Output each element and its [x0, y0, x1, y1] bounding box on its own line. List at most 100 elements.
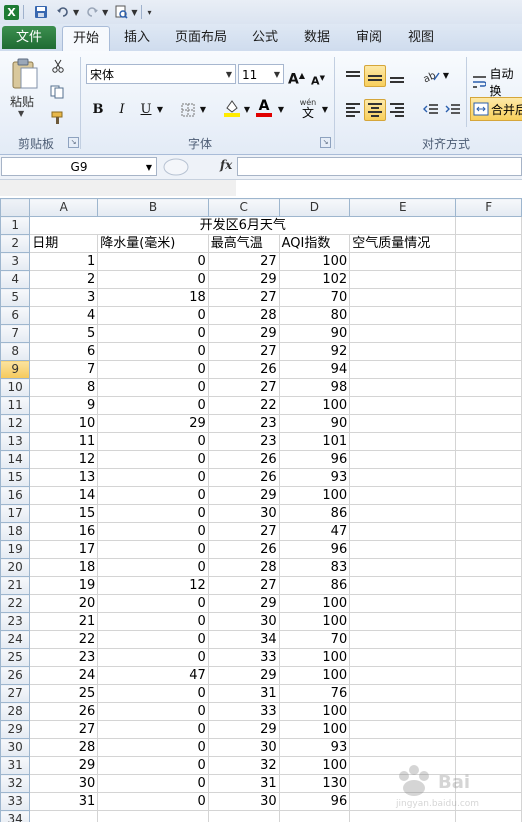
cell[interactable]: 3	[29, 288, 99, 307]
insert-function-icon[interactable]: fx	[220, 158, 232, 172]
font-name-select[interactable]: 宋体 ▼	[86, 64, 236, 84]
align-left-button[interactable]	[342, 99, 364, 121]
customize-toolbar-icon[interactable]: ▾	[147, 8, 151, 17]
cell[interactable]	[455, 594, 522, 613]
font-color-icon[interactable]: A	[254, 99, 274, 117]
cell[interactable]: 33	[207, 702, 280, 721]
cell[interactable]: 0	[97, 522, 209, 541]
align-center-button[interactable]	[364, 99, 386, 121]
cell[interactable]	[455, 234, 522, 253]
cell[interactable]: 12	[97, 576, 209, 595]
row-header[interactable]: 23	[0, 612, 31, 631]
font-size-select[interactable]: 11 ▼	[238, 64, 284, 84]
cell[interactable]: 92	[278, 342, 351, 361]
cell[interactable]	[455, 630, 522, 649]
row-header[interactable]: 25	[0, 648, 31, 667]
orientation-icon[interactable]: ab	[420, 65, 442, 87]
cell[interactable]: 4	[29, 306, 99, 325]
cell[interactable]: 100	[278, 486, 351, 505]
column-header[interactable]: A	[29, 198, 99, 217]
spreadsheet-grid[interactable]: A B C D E F 1 开发区6月天气 2 日期 降水量(毫米) 最高气温 …	[0, 198, 522, 822]
formula-input[interactable]	[237, 157, 522, 176]
cell[interactable]: 100	[278, 594, 351, 613]
cell[interactable]: 70	[278, 630, 351, 649]
row-header[interactable]: 26	[0, 666, 31, 685]
fill-color-icon[interactable]	[222, 99, 242, 117]
chevron-down-icon[interactable]: ▼	[18, 109, 24, 118]
chevron-down-icon[interactable]: ▼	[242, 99, 252, 121]
row-header[interactable]: 30	[0, 738, 31, 757]
cell[interactable]: 17	[29, 540, 99, 559]
cell[interactable]	[455, 216, 522, 235]
cell[interactable]: 86	[278, 576, 351, 595]
row-header[interactable]: 24	[0, 630, 31, 649]
cell[interactable]: 70	[278, 288, 351, 307]
cell[interactable]	[455, 540, 522, 559]
cell[interactable]: 25	[29, 684, 99, 703]
cell[interactable]: 15	[29, 504, 99, 523]
cell[interactable]: 100	[278, 756, 351, 775]
cell[interactable]: 27	[207, 288, 280, 307]
select-all-corner[interactable]	[0, 198, 31, 217]
border-icon[interactable]	[178, 101, 198, 119]
cell[interactable]: 18	[97, 288, 209, 307]
font-launcher-icon[interactable]: ↘	[320, 137, 331, 148]
cell[interactable]	[349, 450, 457, 469]
cell[interactable]: 0	[97, 756, 209, 775]
cell[interactable]: 100	[278, 666, 351, 685]
cell[interactable]: 7	[29, 360, 99, 379]
cell[interactable]: 102	[278, 270, 351, 289]
cell[interactable]: 28	[207, 558, 280, 577]
cell[interactable]	[349, 378, 457, 397]
header-cell[interactable]: 最高气温	[207, 234, 280, 253]
cell[interactable]: 31	[29, 792, 99, 811]
row-header[interactable]: 18	[0, 522, 31, 541]
worksheet[interactable]: A B C D E F 1 开发区6月天气 2 日期 降水量(毫米) 最高气温 …	[0, 198, 522, 822]
row-header[interactable]: 16	[0, 486, 31, 505]
cell[interactable]: 21	[29, 612, 99, 631]
cell[interactable]: 0	[97, 270, 209, 289]
cell[interactable]	[455, 738, 522, 757]
cell[interactable]	[455, 558, 522, 577]
increase-indent-icon[interactable]	[442, 99, 464, 121]
cell[interactable]: 26	[207, 540, 280, 559]
cell[interactable]: 29	[29, 756, 99, 775]
bold-button[interactable]: B	[88, 99, 108, 121]
tab-page-layout[interactable]: 页面布局	[168, 26, 234, 50]
cell[interactable]	[455, 288, 522, 307]
cell[interactable]: 32	[207, 756, 280, 775]
cell[interactable]	[349, 504, 457, 523]
cell[interactable]	[455, 810, 522, 822]
cell[interactable]: 29	[207, 270, 280, 289]
decrease-indent-icon[interactable]	[420, 99, 442, 121]
cell[interactable]	[455, 504, 522, 523]
cell[interactable]: 0	[97, 342, 209, 361]
cell[interactable]: 18	[29, 558, 99, 577]
cell[interactable]: 30	[207, 792, 280, 811]
cell[interactable]	[455, 522, 522, 541]
format-painter-icon[interactable]	[48, 109, 68, 127]
cell[interactable]: 16	[29, 522, 99, 541]
cell[interactable]	[349, 540, 457, 559]
cell[interactable]: 0	[97, 630, 209, 649]
cell[interactable]	[349, 342, 457, 361]
cell[interactable]: 22	[29, 630, 99, 649]
cell[interactable]: 0	[97, 720, 209, 739]
cell[interactable]: 12	[29, 450, 99, 469]
cell[interactable]: 100	[278, 720, 351, 739]
cell[interactable]	[349, 648, 457, 667]
cell[interactable]: 2	[29, 270, 99, 289]
name-box[interactable]: G9 ▼	[1, 157, 157, 176]
row-header[interactable]: 22	[0, 594, 31, 613]
cell[interactable]	[349, 720, 457, 739]
cell[interactable]	[455, 414, 522, 433]
cell[interactable]: 19	[29, 576, 99, 595]
cell[interactable]	[349, 396, 457, 415]
cell[interactable]: 86	[278, 504, 351, 523]
tab-insert[interactable]: 插入	[114, 26, 160, 50]
cell[interactable]: 80	[278, 306, 351, 325]
cell[interactable]	[455, 666, 522, 685]
row-header[interactable]: 7	[0, 324, 31, 343]
tab-file[interactable]: 文件	[2, 26, 56, 49]
cell[interactable]: 28	[207, 306, 280, 325]
